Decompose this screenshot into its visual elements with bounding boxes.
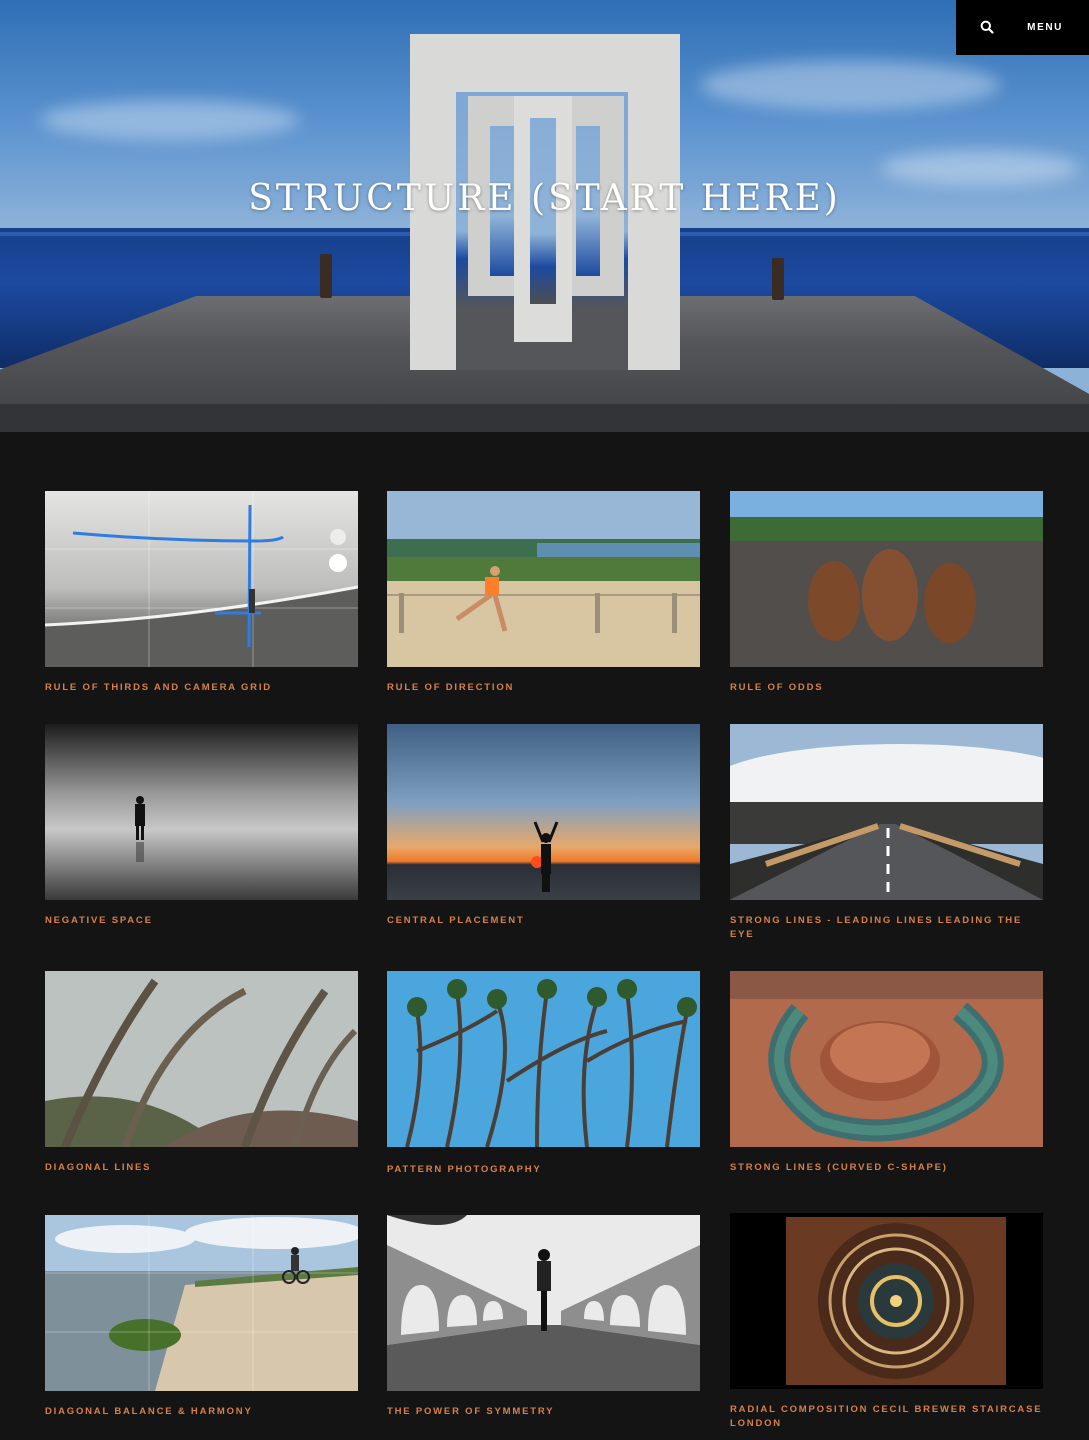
thumbnail-leading-lines[interactable] <box>730 724 1043 900</box>
thumbnail-diagonal-lines[interactable] <box>45 971 358 1147</box>
cloud <box>700 60 1000 110</box>
card-title[interactable]: NEGATIVE SPACE <box>45 914 358 928</box>
card-title[interactable]: DIAGONAL LINES <box>45 1161 358 1175</box>
pier-post <box>772 258 784 300</box>
card-title[interactable]: RULE OF THIRDS AND CAMERA GRID <box>45 681 358 695</box>
card-title[interactable]: PATTERN PHOTOGRAPHY <box>387 1163 700 1177</box>
card-title[interactable]: RADIAL COMPOSITION CECIL BREWER STAIRCAS… <box>730 1403 1043 1431</box>
hero-banner: STRUCTURE (START HERE) <box>0 0 1089 432</box>
page-title: STRUCTURE (START HERE) <box>248 178 841 219</box>
thumbnail-rule-of-odds[interactable] <box>730 491 1043 667</box>
thumbnail-curved-c-shape[interactable] <box>730 971 1043 1147</box>
thumbnail-negative-space[interactable] <box>45 724 358 900</box>
card-title[interactable]: CENTRAL PLACEMENT <box>387 914 700 928</box>
thumbnail-radial-composition[interactable] <box>730 1213 1043 1389</box>
card-title[interactable]: STRONG LINES (CURVED C-SHAPE) <box>730 1161 1043 1175</box>
card-title[interactable]: RULE OF DIRECTION <box>387 681 700 695</box>
thumbnail-rule-of-thirds[interactable] <box>45 491 358 667</box>
thumbnail-symmetry[interactable] <box>387 1215 700 1391</box>
menu-button[interactable]: MENU <box>1027 22 1063 33</box>
thumbnail-pattern-photography[interactable] <box>387 971 700 1147</box>
cloud <box>40 100 300 140</box>
thumbnail-rule-of-direction[interactable] <box>387 491 700 667</box>
card-title[interactable]: DIAGONAL BALANCE & HARMONY <box>45 1405 358 1419</box>
card-title[interactable]: THE POWER OF SYMMETRY <box>387 1405 700 1419</box>
search-icon[interactable] <box>980 20 996 36</box>
card-title[interactable]: STRONG LINES - LEADING LINES LEADING THE… <box>730 914 1043 942</box>
card-title[interactable]: RULE OF ODDS <box>730 681 1043 695</box>
top-navigation: MENU <box>956 0 1089 55</box>
thumbnail-central-placement[interactable] <box>387 724 700 900</box>
pier-post <box>320 254 332 298</box>
thumbnail-diagonal-balance[interactable] <box>45 1215 358 1391</box>
